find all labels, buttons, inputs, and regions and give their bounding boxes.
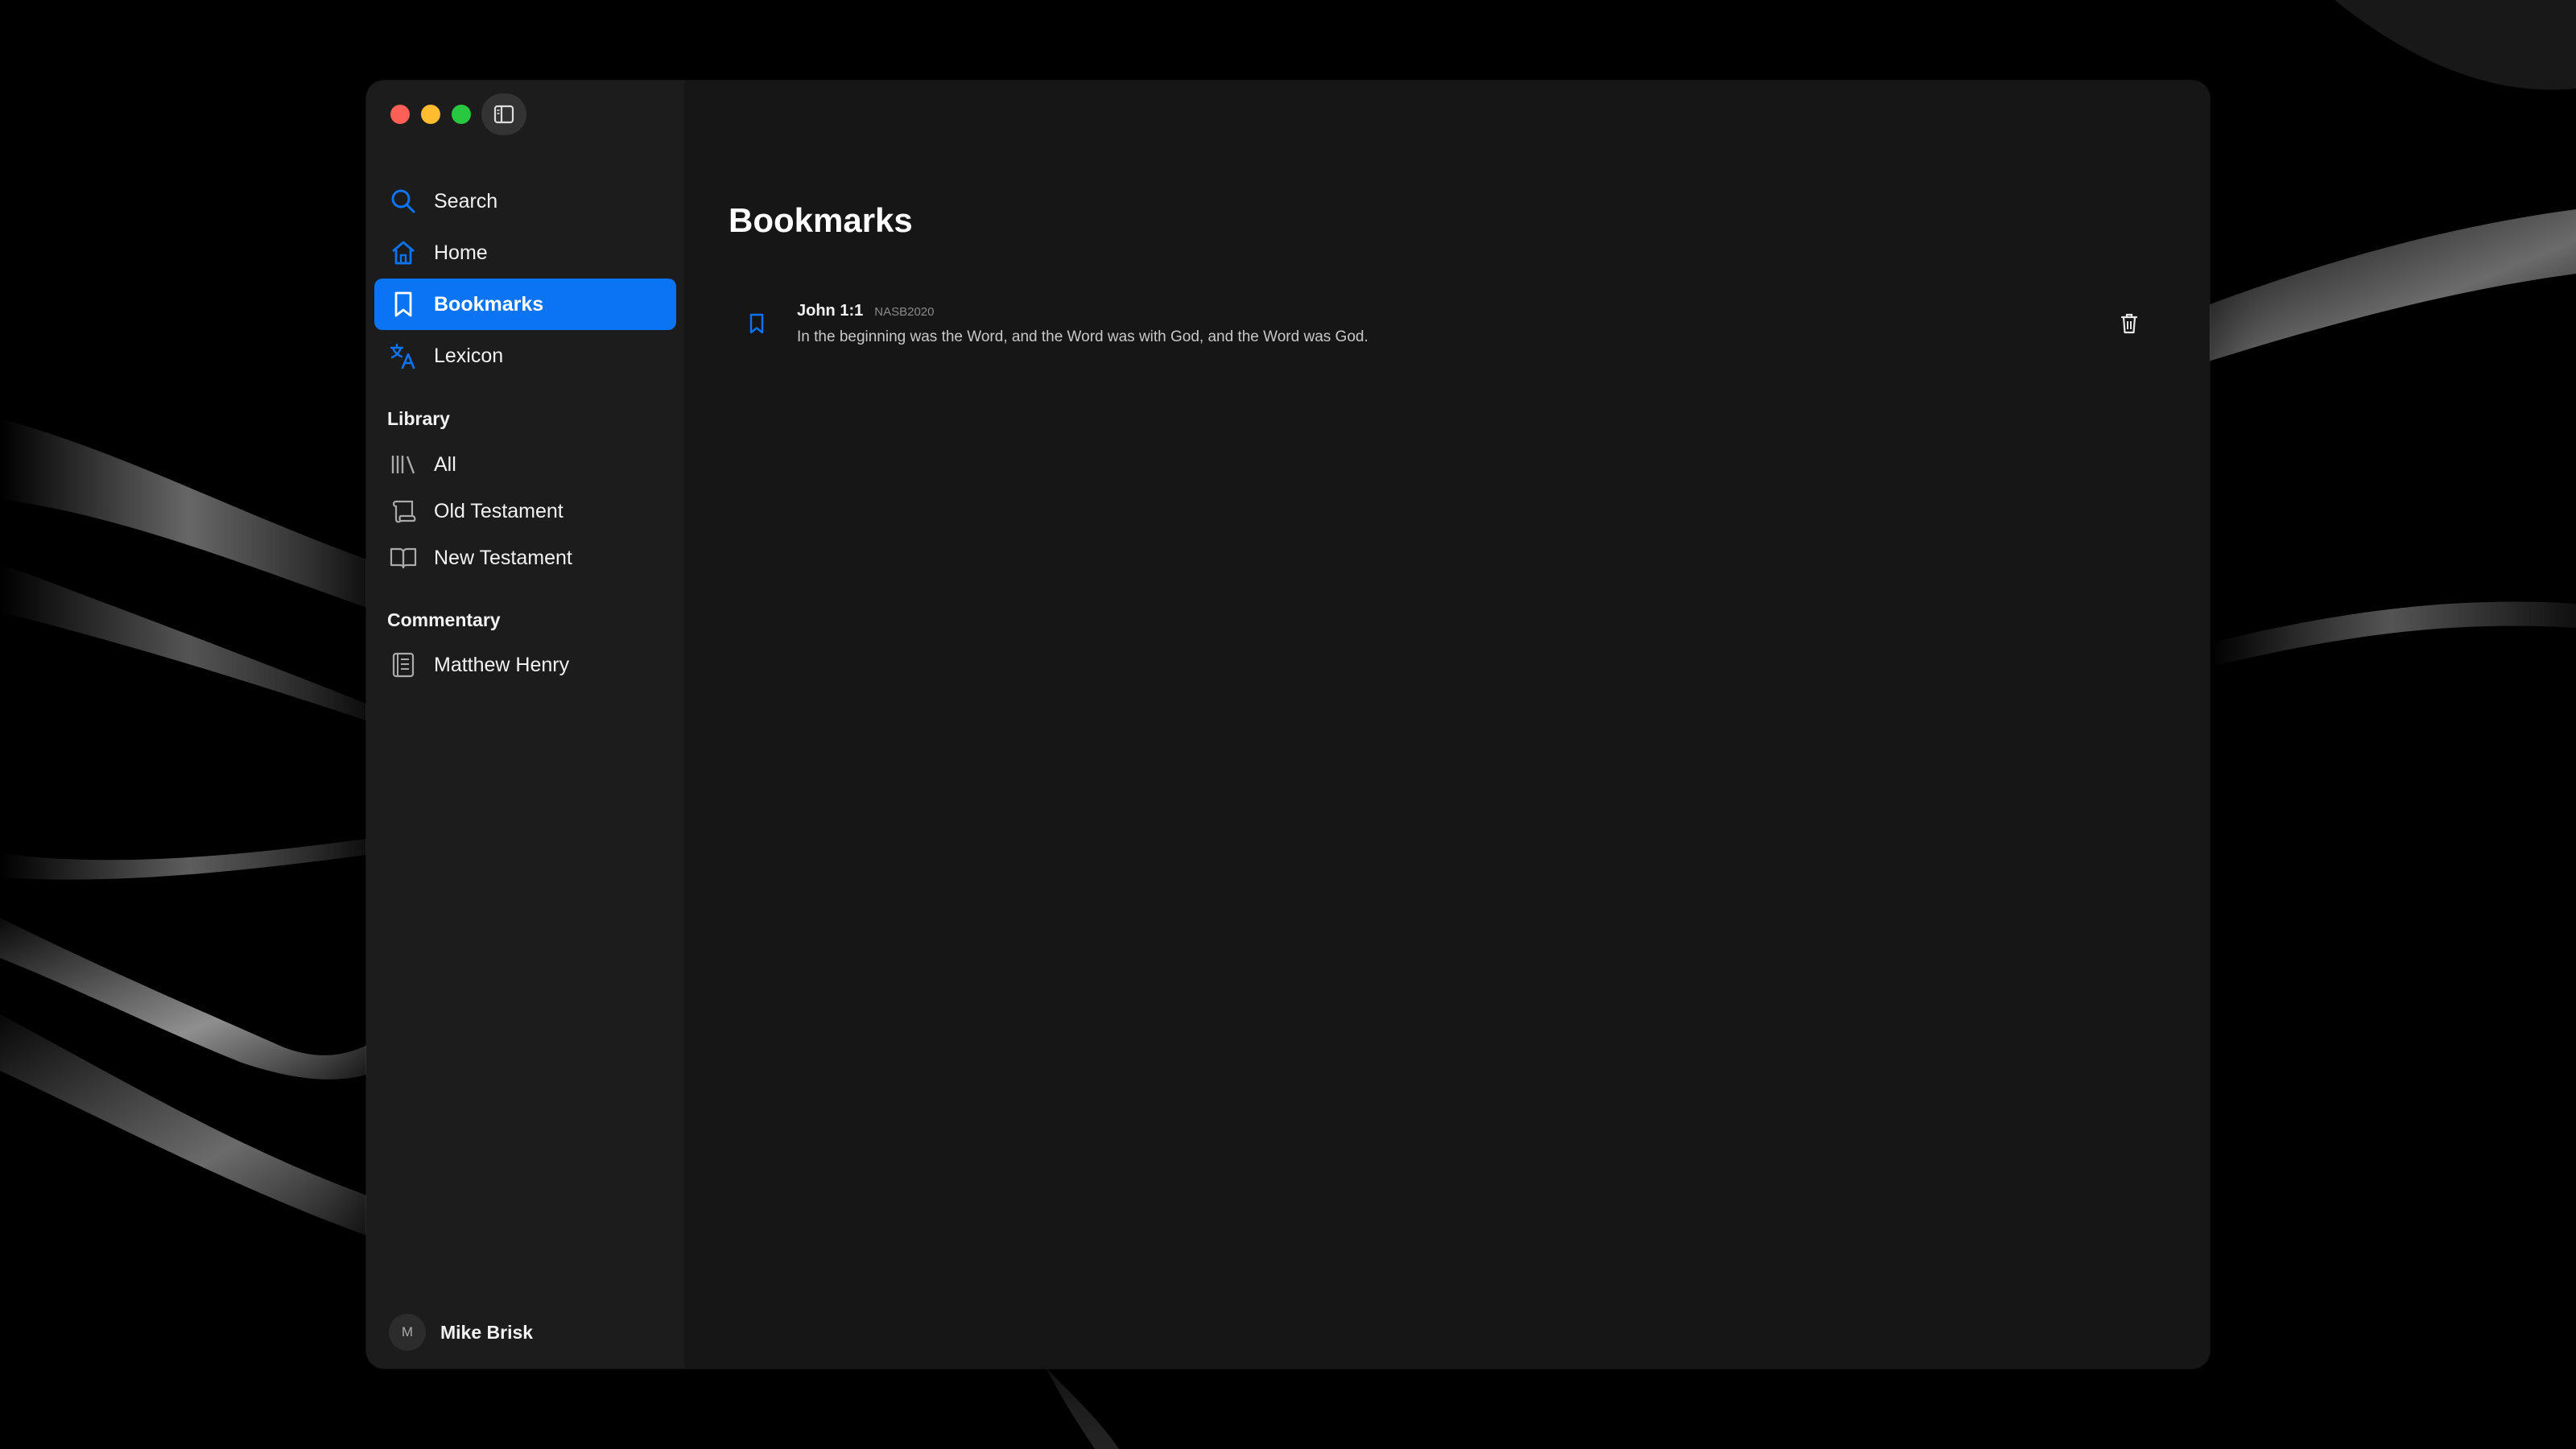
- app-window: Search Home Bookmarks Lexicon Library Al…: [366, 80, 2210, 1368]
- close-button[interactable]: [390, 105, 410, 124]
- books-icon: [387, 448, 419, 481]
- search-icon: [387, 185, 419, 217]
- scroll-icon: [387, 495, 419, 527]
- sidebar-item-lexicon[interactable]: Lexicon: [374, 330, 676, 382]
- sidebar-item-matthew-henry[interactable]: Matthew Henry: [374, 642, 676, 687]
- bookmark-reference: John 1:1: [797, 301, 864, 320]
- page-title: Bookmarks: [729, 201, 913, 239]
- translate-icon: [387, 340, 419, 372]
- sidebar-icon: [493, 105, 514, 124]
- sidebar-item-label: Home: [434, 241, 488, 264]
- sidebar-toggle-button[interactable]: [481, 93, 526, 135]
- sidebar-item-bookmarks[interactable]: Bookmarks: [374, 279, 676, 330]
- window-controls: [390, 105, 471, 124]
- sidebar-item-label: Bookmarks: [434, 292, 544, 316]
- avatar: M: [389, 1314, 426, 1351]
- sidebar-item-label: Matthew Henry: [434, 653, 570, 676]
- sidebar-nav: Search Home Bookmarks Lexicon Library Al…: [374, 189, 676, 687]
- sidebar-item-home[interactable]: Home: [374, 227, 676, 279]
- user-name: Mike Brisk: [440, 1321, 534, 1343]
- sidebar-item-search[interactable]: Search: [374, 175, 676, 227]
- bookmark-item[interactable]: John 1:1 NASB2020 In the beginning was t…: [716, 291, 2178, 356]
- home-icon: [387, 237, 419, 269]
- delete-bookmark-button[interactable]: [2113, 308, 2145, 340]
- bookmark-verse-text: In the beginning was the Word, and the W…: [797, 328, 1368, 345]
- sidebar-item-label: Lexicon: [434, 344, 504, 367]
- library-section-title: Library: [387, 407, 450, 429]
- sidebar-item-label: Search: [434, 189, 498, 213]
- sidebar-item-label: New Testament: [434, 546, 572, 569]
- zoom-button[interactable]: [452, 105, 471, 124]
- bookmark-text: John 1:1 NASB2020 In the beginning was t…: [797, 302, 2113, 346]
- minimize-button[interactable]: [421, 105, 440, 124]
- sidebar-item-label: All: [434, 452, 456, 476]
- main-content: Bookmarks John 1:1 NASB2020 In the begin…: [684, 80, 2210, 1368]
- bookmark-version: NASB2020: [874, 304, 935, 319]
- user-profile[interactable]: M Mike Brisk: [389, 1314, 533, 1351]
- open-book-icon: [387, 542, 419, 574]
- list-book-icon: [387, 649, 419, 681]
- sidebar-item-old-testament[interactable]: Old Testament: [374, 488, 676, 535]
- bookmark-icon: [387, 288, 419, 320]
- bookmark-icon: [741, 312, 773, 335]
- trash-icon: [2120, 313, 2138, 334]
- sidebar-item-new-testament[interactable]: New Testament: [374, 535, 676, 581]
- sidebar-item-all[interactable]: All: [374, 441, 676, 488]
- sidebar-item-label: Old Testament: [434, 499, 564, 522]
- sidebar: Search Home Bookmarks Lexicon Library Al…: [366, 80, 684, 1368]
- commentary-section-title: Commentary: [387, 609, 501, 630]
